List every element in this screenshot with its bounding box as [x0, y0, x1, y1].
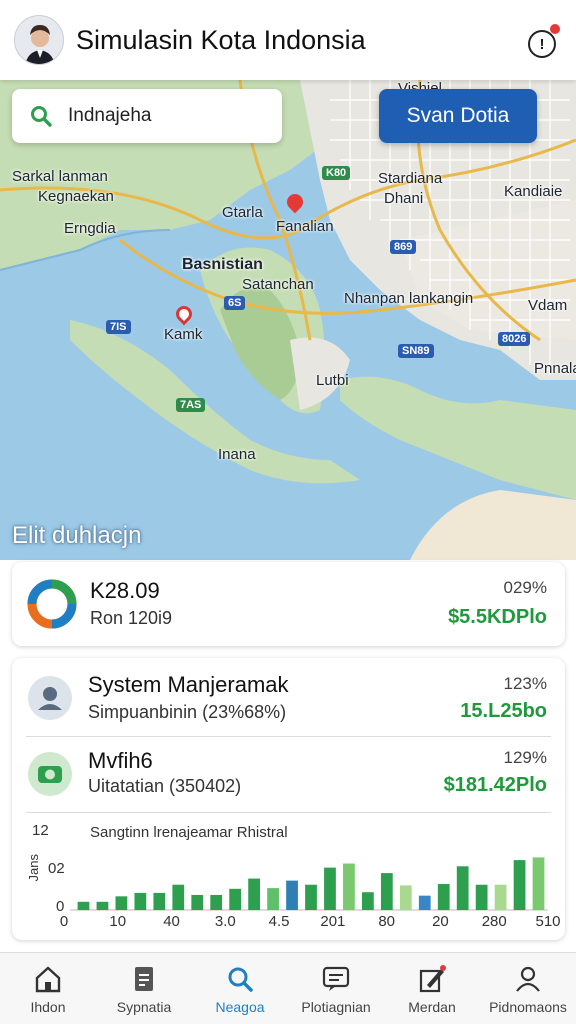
chart-bar[interactable] — [305, 884, 317, 910]
chart-bar[interactable] — [362, 892, 374, 910]
chart-bar[interactable] — [77, 901, 90, 910]
nav-item-home[interactable]: Ihdon — [0, 953, 96, 1024]
chart-bar[interactable] — [532, 857, 545, 910]
map-label-region: Erngdia — [64, 220, 116, 237]
summary-subtitle: Ron 120i9 — [90, 608, 173, 628]
map-label-city: Stardiana — [378, 170, 443, 187]
user-avatar[interactable] — [14, 15, 64, 65]
x-tick-label: 201 — [320, 913, 346, 930]
summary-title: K28.09 — [90, 578, 160, 603]
edit-icon — [417, 965, 447, 993]
nav-item-document[interactable]: Sypnatia — [96, 953, 192, 1024]
chart-bar[interactable] — [380, 873, 393, 910]
profile-icon — [513, 965, 543, 993]
chart-bar[interactable] — [153, 892, 166, 910]
road-badge: 7AS — [176, 398, 206, 412]
map-label-city: Dhani — [384, 190, 424, 207]
map-label-city: Inana — [218, 446, 256, 463]
x-tick-label: 4.5 — [268, 913, 290, 930]
bottom-nav: Ihdon Sypnatia Neagoa Plotiagnian Merdan… — [0, 952, 576, 1024]
search-box[interactable]: Indnajeha — [12, 89, 282, 143]
city-map[interactable]: Sarkal lanman Kegnaekan Erngdia Gtarla F… — [0, 80, 576, 560]
chart-bar[interactable] — [96, 901, 109, 910]
road-badge: 869 — [390, 240, 417, 254]
summary-percent: 029% — [503, 578, 547, 597]
donut-chart-icon — [27, 579, 77, 629]
road-badge: 7IS — [106, 320, 131, 334]
nav-label: Neagoa — [215, 999, 265, 1015]
x-tick-label: 0 — [59, 913, 69, 930]
chart-bar[interactable] — [475, 884, 488, 910]
chart-bar[interactable] — [437, 884, 450, 910]
search-input[interactable]: Indnajeha — [68, 105, 151, 127]
map-canvas — [0, 80, 576, 560]
chart-bar[interactable] — [343, 863, 355, 910]
chart-bar[interactable] — [494, 884, 507, 910]
nav-label: Plotiagnian — [301, 999, 371, 1015]
x-tick-label: 280 — [481, 913, 507, 930]
save-button[interactable]: Svan Dotia — [379, 89, 537, 143]
section-title: Elit duhlacjn — [12, 522, 142, 549]
chart-bar[interactable] — [267, 888, 279, 910]
chat-icon — [321, 965, 351, 993]
chart-bar[interactable] — [191, 894, 204, 910]
search-icon — [30, 105, 52, 127]
alert-glyph: ! — [539, 35, 545, 53]
chart-bar[interactable] — [172, 884, 185, 910]
chart-bar[interactable] — [399, 885, 412, 910]
chart-bar[interactable] — [418, 895, 431, 910]
x-tick-label: 10 — [109, 913, 127, 930]
map-label-city: Nhanpan lankangin — [344, 290, 474, 307]
map-label-city: Gtarla — [222, 204, 263, 221]
x-tick-label: 40 — [163, 913, 180, 930]
map-label-region: Kegnaekan — [38, 188, 114, 205]
app-title: Simulasin Kota Indonsia — [76, 24, 366, 55]
chart-bar[interactable] — [115, 896, 128, 910]
summary-amount: $5.5KDPlo — [448, 606, 547, 628]
chart-bar[interactable] — [248, 878, 260, 910]
map-label-city: Satanchan — [242, 276, 314, 293]
nav-label: Pidnomaons — [489, 999, 567, 1015]
app-header: Simulasin Kota Indonsia ! — [0, 0, 576, 80]
x-tick-label: 3.0 — [214, 913, 236, 930]
document-icon — [129, 965, 159, 993]
notification-dot — [550, 24, 560, 34]
detail-card: System Manjeramak Simpuanbinin (23%68%) … — [12, 658, 565, 940]
map-label-region: Sarkal lanman — [12, 168, 108, 185]
chart-bar[interactable] — [324, 867, 336, 910]
nav-label: Sypnatia — [116, 999, 172, 1015]
chart-bar[interactable] — [229, 888, 242, 910]
search-icon — [225, 965, 255, 993]
bar-chart — [70, 857, 548, 911]
home-icon — [33, 965, 63, 993]
map-label-city: Kandiaie — [504, 183, 563, 200]
map-label-city: Basnistian — [182, 256, 263, 273]
chart-bar[interactable] — [513, 860, 526, 910]
x-tick-label: 20 — [432, 913, 449, 930]
nav-item-chat[interactable]: Plotiagnian — [288, 953, 384, 1024]
nav-label: Ihdon — [30, 999, 66, 1015]
summary-card[interactable]: K28.09 Ron 120i9 029% $5.5KDPlo — [12, 562, 565, 646]
map-label-city: Pnnalan — [534, 360, 576, 377]
map-label-city: Kamk — [164, 326, 203, 343]
road-badge: K80 — [322, 166, 351, 180]
nav-label: Merdan — [408, 999, 456, 1015]
chart-bar[interactable] — [134, 892, 147, 910]
road-badge: 6S — [224, 296, 246, 310]
map-label-city: Fanalian — [276, 218, 334, 235]
map-label-city: Lutbi — [316, 372, 349, 389]
chart-bar[interactable] — [210, 894, 223, 910]
road-badge: SN89 — [398, 344, 434, 358]
nav-item-edit[interactable]: Merdan — [384, 953, 480, 1024]
x-tick-label: 80 — [378, 913, 395, 930]
chart-bar[interactable] — [286, 880, 298, 910]
road-badge: 8026 — [498, 332, 531, 346]
nav-item-profile[interactable]: Pidnomaons — [480, 953, 576, 1024]
map-label-city: Vdam — [528, 297, 568, 314]
alert-icon[interactable]: ! — [528, 24, 560, 58]
x-tick-label: 510 — [535, 913, 561, 930]
nav-item-search[interactable]: Neagoa — [192, 953, 288, 1024]
chart-bar[interactable] — [456, 866, 469, 910]
